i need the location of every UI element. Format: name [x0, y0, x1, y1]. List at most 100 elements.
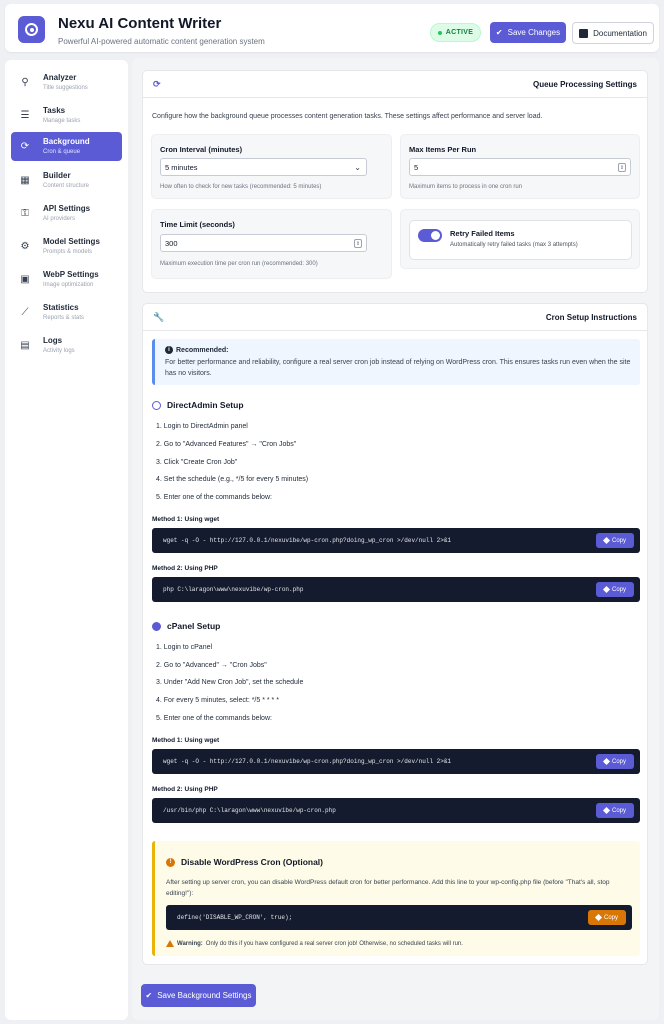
- copy-button[interactable]: Copy: [596, 582, 634, 597]
- card-title: Cron Setup Instructions: [545, 313, 637, 322]
- warning-icon: [166, 940, 174, 947]
- globe-icon: [152, 621, 161, 631]
- field-label: Max Items Per Run: [409, 145, 477, 154]
- sync-icon: ⟳: [20, 140, 30, 152]
- main-content: ⟳ Queue Processing Settings Configure ho…: [132, 58, 659, 1020]
- sidebar-item-statistics[interactable]: ⟋ Statistics Reports & stats: [11, 298, 122, 327]
- code-text: wget -q -O - http://127.0.0.1/nexuvibe/w…: [163, 537, 452, 544]
- field-help: Maximum items to process in one cron run: [409, 184, 523, 190]
- notice-text: After setting up server cron, you can di…: [166, 879, 610, 897]
- copy-button[interactable]: Copy: [596, 803, 634, 818]
- time-limit-box: Time Limit (seconds) 300 ⇕ Maximum execu…: [151, 209, 392, 279]
- cron-instructions-card: 🔧 Cron Setup Instructions i Recommended: …: [142, 303, 648, 965]
- code-block: wget -q -O - http://127.0.0.1/nexuvibe/w…: [152, 749, 640, 774]
- copy-button[interactable]: Copy: [596, 754, 634, 769]
- toggle-label: Retry Failed Items: [450, 229, 515, 238]
- info-icon: i: [165, 346, 173, 354]
- field-help: How often to check for new tasks (recomm…: [160, 184, 322, 190]
- tag-icon: [594, 913, 603, 922]
- wrench-icon: 🔧: [153, 312, 165, 322]
- exclamation-icon: !: [166, 857, 175, 867]
- list-item: 3. Under "Add New Cron Job", set the sch…: [156, 679, 304, 686]
- method-label: Method 1: Using wget: [152, 516, 220, 523]
- list-item: 2. Go to "Advanced" → "Cron Jobs": [156, 662, 267, 669]
- status-badge: ACTIVE: [430, 23, 481, 42]
- time-limit-input[interactable]: 300 ⇕: [160, 234, 367, 252]
- method-label: Method 2: Using PHP: [152, 565, 218, 572]
- code-text: wget -q -O - http://127.0.0.1/nexuvibe/w…: [163, 758, 452, 765]
- list-item: 4. Set the schedule (e.g., */5 for every…: [156, 476, 309, 483]
- status-dot-icon: [437, 30, 442, 35]
- queue-settings-card: ⟳ Queue Processing Settings Configure ho…: [142, 70, 648, 293]
- sidebar-item-api-settings[interactable]: ⚿ API Settings AI providers: [11, 199, 122, 228]
- sidebar-item-model-settings[interactable]: ⚙ Model Settings Prompts & models: [11, 232, 122, 261]
- save-background-settings-button[interactable]: ✔ Save Background Settings: [141, 984, 256, 1007]
- tag-icon: [602, 757, 611, 766]
- documentation-button[interactable]: Documentation: [572, 22, 654, 44]
- sidebar-item-tasks[interactable]: ☰ Tasks Manage tasks: [11, 101, 122, 130]
- sidebar-item-webp-settings[interactable]: ▣ WebP Settings Image optimization: [11, 265, 122, 294]
- code-block: php C:\laragon\www\nexuvibe/wp-cron.php …: [152, 577, 640, 602]
- card-title: Queue Processing Settings: [532, 80, 637, 89]
- disable-wp-cron-notice: ! Disable WordPress Cron (Optional) After…: [152, 841, 640, 956]
- chart-icon: ⟋: [21, 306, 29, 318]
- code-text: /usr/bin/php C:\laragon\www\nexuvibe/wp-…: [163, 807, 336, 814]
- cron-interval-box: Cron Interval (minutes) 5 minutes ⌄ How …: [151, 134, 392, 199]
- code-block: wget -q -O - http://127.0.0.1/nexuvibe/w…: [152, 528, 640, 553]
- code-block: define('DISABLE_WP_CRON', true); Copy: [166, 905, 632, 930]
- sidebar-item-analyzer[interactable]: ⚲ Analyzer Title suggestions: [11, 68, 122, 97]
- list-item: 2. Go to "Advanced Features" → "Cron Job…: [156, 441, 297, 448]
- warning-note: Warning: Only do this if you have config…: [166, 940, 463, 947]
- app-subtitle: Powerful AI-powered automatic content ge…: [58, 37, 265, 46]
- retry-toggle[interactable]: [418, 229, 442, 242]
- chevron-down-icon: ⌄: [354, 163, 361, 172]
- card-header: 🔧 Cron Setup Instructions: [143, 304, 647, 331]
- notice-title: ! Disable WordPress Cron (Optional): [166, 857, 323, 867]
- code-text: php C:\laragon\www\nexuvibe/wp-cron.php: [163, 586, 304, 593]
- method-label: Method 2: Using PHP: [152, 786, 218, 793]
- app-header: Nexu AI Content Writer Powerful AI-power…: [5, 4, 659, 52]
- app-title: Nexu AI Content Writer: [58, 15, 222, 32]
- notice-title: i Recommended:: [165, 346, 229, 354]
- code-block: /usr/bin/php C:\laragon\www\nexuvibe/wp-…: [152, 798, 640, 823]
- spinner-icon[interactable]: ⇕: [618, 163, 626, 172]
- sidebar: ⚲ Analyzer Title suggestions ☰ Tasks Man…: [5, 60, 128, 1020]
- tag-icon: [602, 585, 611, 594]
- max-items-box: Max Items Per Run 5 ⇕ Maximum items to p…: [400, 134, 640, 199]
- directadmin-title: DirectAdmin Setup: [152, 400, 244, 410]
- save-changes-button[interactable]: ✔ Save Changes: [490, 22, 566, 43]
- field-help: Maximum execution time per cron run (rec…: [160, 261, 318, 267]
- file-icon: ▤: [20, 339, 30, 351]
- list-item: 5. Enter one of the commands below:: [156, 715, 272, 722]
- notice-text: For better performance and reliability, …: [165, 359, 631, 377]
- sidebar-item-logs[interactable]: ▤ Logs Activity logs: [11, 331, 122, 360]
- tag-icon: [602, 806, 611, 815]
- method-label: Method 1: Using wget: [152, 737, 220, 744]
- sync-icon: ⟳: [153, 79, 161, 89]
- globe-icon: [152, 400, 161, 410]
- sidebar-item-background[interactable]: ⟳ Background Cron & queue: [11, 132, 122, 161]
- code-text: define('DISABLE_WP_CRON', true);: [177, 914, 293, 921]
- max-items-input[interactable]: 5 ⇕: [409, 158, 631, 176]
- list-item: 5. Enter one of the commands below:: [156, 494, 272, 501]
- book-icon: [579, 28, 589, 38]
- spinner-icon[interactable]: ⇕: [354, 239, 362, 248]
- list-item: 1. Login to DirectAdmin panel: [156, 423, 248, 430]
- list-item: 3. Click "Create Cron Job": [156, 459, 238, 466]
- copy-button[interactable]: Copy: [596, 533, 634, 548]
- logo-icon: [18, 16, 45, 43]
- image-icon: ▣: [20, 273, 30, 285]
- copy-button[interactable]: Copy: [588, 910, 626, 925]
- field-label: Time Limit (seconds): [160, 220, 235, 229]
- toggle-description: Automatically retry failed tasks (max 3 …: [450, 242, 578, 248]
- check-icon: ✔: [145, 991, 153, 1000]
- tag-icon: [602, 536, 611, 545]
- sidebar-item-builder[interactable]: ▦ Builder Content structure: [11, 166, 122, 195]
- key-icon: ⚿: [21, 207, 29, 219]
- cron-interval-select[interactable]: 5 minutes ⌄: [160, 158, 367, 176]
- search-icon: ⚲: [21, 76, 29, 88]
- field-label: Cron Interval (minutes): [160, 145, 243, 154]
- check-icon: ✔: [495, 28, 503, 37]
- list-item: 1. Login to cPanel: [156, 644, 213, 651]
- recommended-notice: i Recommended: For better performance and…: [152, 339, 640, 385]
